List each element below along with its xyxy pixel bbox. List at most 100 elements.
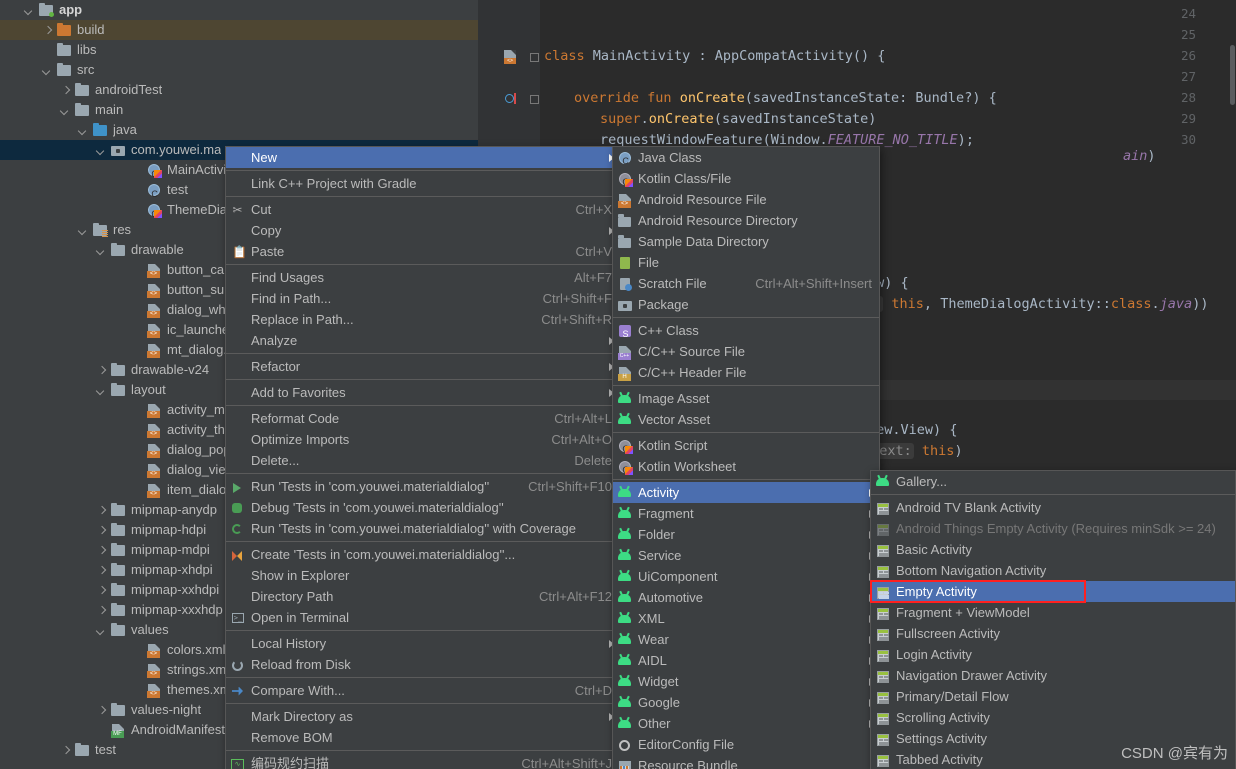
menu-item[interactable]: File: [613, 252, 879, 273]
menu-item[interactable]: Widget: [613, 671, 879, 692]
chevron-down-icon[interactable]: [96, 245, 107, 256]
chevron-right-icon[interactable]: [96, 705, 107, 716]
new-submenu[interactable]: Java Class Kotlin Class/File <> Android Res…: [612, 146, 880, 769]
menu-item[interactable]: Wear: [613, 629, 879, 650]
tree-row[interactable]: app: [0, 0, 478, 20]
menu-item[interactable]: Bottom Navigation Activity: [871, 560, 1235, 581]
menu-item[interactable]: Fragment + ViewModel: [871, 602, 1235, 623]
chevron-down-icon[interactable]: [78, 125, 89, 136]
menu-item[interactable]: AIDL: [613, 650, 879, 671]
menu-item[interactable]: Android Resource Directory: [613, 210, 879, 231]
menu-item[interactable]: Local History: [226, 633, 619, 654]
chevron-right-icon[interactable]: [96, 565, 107, 576]
menu-item[interactable]: H C/C++ Header File: [613, 362, 879, 383]
menu-item[interactable]: Login Activity: [871, 644, 1235, 665]
menu-item[interactable]: Android TV Blank Activity: [871, 497, 1235, 518]
menu-item[interactable]: Directory Path Ctrl+Alt+F12: [226, 586, 619, 607]
menu-item[interactable]: <> Android Resource File: [613, 189, 879, 210]
chevron-down-icon[interactable]: [96, 385, 107, 396]
menu-item[interactable]: Replace in Path... Ctrl+Shift+R: [226, 309, 619, 330]
menu-item[interactable]: Automotive: [613, 587, 879, 608]
override-gutter-icon[interactable]: [505, 93, 517, 105]
chevron-right-icon[interactable]: [96, 525, 107, 536]
menu-item[interactable]: Google: [613, 692, 879, 713]
menu-item[interactable]: Scrolling Activity: [871, 707, 1235, 728]
menu-item[interactable]: Remove BOM: [226, 727, 619, 748]
menu-item[interactable]: Find in Path... Ctrl+Shift+F: [226, 288, 619, 309]
menu-item[interactable]: Kotlin Class/File: [613, 168, 879, 193]
menu-item[interactable]: EditorConfig File: [613, 734, 879, 755]
menu-item[interactable]: Primary/Detail Flow: [871, 686, 1235, 707]
menu-item[interactable]: Package: [613, 294, 879, 315]
chevron-right-icon[interactable]: [96, 545, 107, 556]
menu-item[interactable]: Folder: [613, 524, 879, 545]
menu-item[interactable]: Scratch File Ctrl+Alt+Shift+Insert: [613, 273, 879, 294]
menu-item[interactable]: XML: [613, 608, 879, 629]
chevron-right-icon[interactable]: [42, 25, 53, 36]
chevron-down-icon[interactable]: [42, 65, 53, 76]
menu-item[interactable]: ✂ Cut Ctrl+X: [226, 199, 619, 220]
chevron-right-icon[interactable]: [96, 505, 107, 516]
menu-item[interactable]: Optimize Imports Ctrl+Alt+O: [226, 429, 619, 450]
menu-item[interactable]: Delete... Delete: [226, 450, 619, 471]
chevron-down-icon[interactable]: [78, 225, 89, 236]
menu-item[interactable]: Kotlin Script: [613, 435, 879, 460]
context-menu[interactable]: New Link C++ Project with Gradle ✂ Cut Ctrl+…: [225, 146, 620, 769]
menu-item[interactable]: Other: [613, 713, 879, 734]
menu-item[interactable]: Refactor: [226, 356, 619, 377]
menu-item[interactable]: Compare With... Ctrl+D: [226, 680, 619, 701]
fold-marker[interactable]: [530, 95, 539, 104]
chevron-down-icon[interactable]: [96, 625, 107, 636]
chevron-right-icon[interactable]: [60, 745, 71, 756]
menu-item[interactable]: Mark Directory as: [226, 706, 619, 727]
menu-item[interactable]: >_ Open in Terminal: [226, 607, 619, 628]
menu-item[interactable]: Activity: [613, 482, 879, 503]
menu-item[interactable]: Fullscreen Activity: [871, 623, 1235, 644]
menu-item[interactable]: Run 'Tests in 'com.youwei.materialdialog…: [226, 518, 619, 539]
menu-item[interactable]: Create 'Tests in 'com.youwei.materialdia…: [226, 544, 619, 565]
menu-item[interactable]: Service: [613, 545, 879, 566]
activity-submenu[interactable]: Gallery... Android TV Blank Activity Andro…: [870, 470, 1236, 769]
fold-marker[interactable]: [530, 53, 539, 62]
chevron-right-icon[interactable]: [60, 85, 71, 96]
menu-item[interactable]: Kotlin Worksheet: [613, 456, 879, 481]
tree-row[interactable]: libs: [0, 40, 478, 60]
menu-item[interactable]: Fragment: [613, 503, 879, 524]
menu-item[interactable]: Image Asset: [613, 388, 879, 409]
class-gutter-icon[interactable]: <>: [504, 50, 518, 64]
menu-item[interactable]: Java Class: [613, 147, 879, 172]
tree-row[interactable]: java: [0, 120, 478, 140]
tree-row[interactable]: androidTest: [0, 80, 478, 100]
menu-item[interactable]: 📋 Paste Ctrl+V: [226, 241, 619, 262]
menu-item[interactable]: C++ C/C++ Source File: [613, 341, 879, 362]
menu-item[interactable]: C++ Class: [613, 320, 879, 345]
menu-item[interactable]: Sample Data Directory: [613, 231, 879, 252]
editor-scrollbar[interactable]: [1230, 45, 1235, 105]
menu-item[interactable]: ∿ 编码规约扫描 Ctrl+Alt+Shift+J: [226, 753, 619, 769]
menu-item[interactable]: Empty Activity: [871, 581, 1235, 602]
menu-item[interactable]: Link C++ Project with Gradle: [226, 173, 619, 194]
menu-item[interactable]: Copy: [226, 220, 619, 241]
menu-item[interactable]: Resource Bundle: [613, 755, 879, 769]
menu-item[interactable]: Vector Asset: [613, 409, 879, 430]
menu-item[interactable]: UiComponent: [613, 566, 879, 587]
menu-item[interactable]: New: [226, 147, 619, 168]
tree-row[interactable]: main: [0, 100, 478, 120]
menu-item[interactable]: Gallery...: [871, 471, 1235, 492]
menu-item[interactable]: Navigation Drawer Activity: [871, 665, 1235, 686]
menu-item[interactable]: Find Usages Alt+F7: [226, 267, 619, 288]
menu-item[interactable]: Show in Explorer: [226, 565, 619, 586]
menu-item[interactable]: Reformat Code Ctrl+Alt+L: [226, 408, 619, 429]
menu-item[interactable]: Add to Favorites: [226, 382, 619, 403]
menu-item[interactable]: Reload from Disk: [226, 654, 619, 675]
chevron-right-icon[interactable]: [96, 365, 107, 376]
chevron-right-icon[interactable]: [96, 585, 107, 596]
menu-item[interactable]: Debug 'Tests in 'com.youwei.materialdial…: [226, 497, 619, 518]
menu-item[interactable]: Run 'Tests in 'com.youwei.materialdialog…: [226, 476, 619, 497]
chevron-down-icon[interactable]: [96, 145, 107, 156]
tree-row[interactable]: src: [0, 60, 478, 80]
chevron-right-icon[interactable]: [96, 605, 107, 616]
menu-item[interactable]: Basic Activity: [871, 539, 1235, 560]
tree-row[interactable]: build: [0, 20, 478, 40]
chevron-down-icon[interactable]: [24, 5, 35, 16]
